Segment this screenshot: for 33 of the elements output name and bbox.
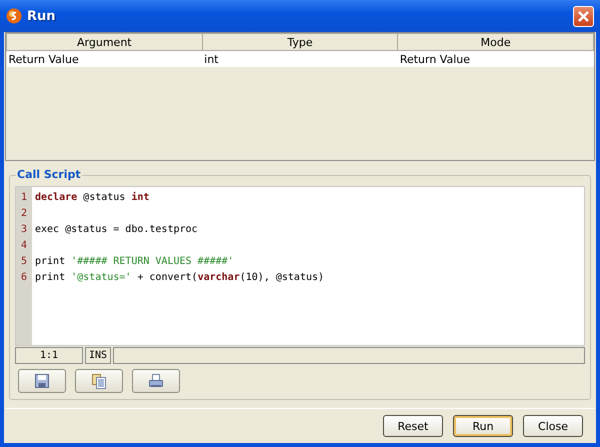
app-icon: [6, 8, 22, 24]
toolbar-button[interactable]: [132, 369, 180, 393]
line-number: 5: [20, 255, 28, 269]
copy-icon: [91, 373, 107, 389]
table-cell: Return Value: [6, 50, 202, 67]
code-line: print '@status=' + convert(varchar(10), @status): [35, 271, 326, 285]
save-icon: [34, 373, 50, 389]
close-icon: [577, 10, 590, 22]
column-header[interactable]: Type: [202, 34, 398, 50]
line-number: 4: [20, 239, 28, 253]
code-editor[interactable]: 1 2 3 4 5 6 declare @status int exec @status = dbo.testproc print '##### RETURN VALUES #####' print '@status=' + convert(varchar(10), @status): [15, 186, 585, 346]
printer-icon: [148, 373, 164, 389]
line-number: 3: [20, 223, 28, 237]
table-cell: int: [202, 50, 398, 67]
code-line: print '##### RETURN VALUES #####': [35, 255, 235, 269]
dialog-button[interactable]: Reset: [383, 415, 443, 437]
column-header[interactable]: Mode: [398, 34, 594, 50]
toolbar-button[interactable]: [18, 369, 66, 393]
dialog-button[interactable]: Run: [453, 415, 513, 437]
line-number: 2: [20, 207, 28, 221]
insert-mode: INS: [85, 347, 111, 364]
table-cell: Return Value: [398, 50, 594, 67]
window-title: Run: [27, 8, 57, 24]
group-title: Call Script: [16, 168, 82, 181]
column-header[interactable]: Argument: [6, 34, 202, 50]
code-line: declare @status int: [35, 190, 150, 205]
line-number: 6: [20, 271, 28, 285]
line-number: 1: [20, 191, 28, 205]
code-line: exec @status = dbo.testproc: [35, 223, 199, 237]
close-button[interactable]: [573, 6, 594, 26]
toolbar-button[interactable]: [75, 369, 123, 393]
dialog-button[interactable]: Close: [523, 415, 583, 437]
cursor-position: 1:1: [15, 347, 83, 364]
